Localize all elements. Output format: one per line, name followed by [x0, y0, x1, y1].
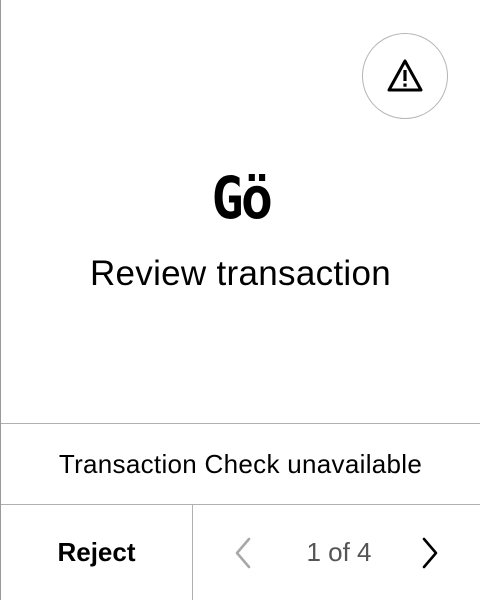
- review-transaction-screen: Gö Review transaction Transaction Check …: [0, 0, 480, 600]
- next-page-button[interactable]: [410, 533, 450, 573]
- warning-button[interactable]: [362, 33, 448, 119]
- token-logo-text: Gö: [211, 164, 272, 232]
- transaction-check-label: Transaction Check unavailable: [58, 448, 423, 479]
- footer-actions: Reject 1 of 4: [1, 505, 480, 600]
- chevron-right-icon: [422, 537, 438, 569]
- pager: 1 of 4: [193, 505, 480, 600]
- reject-label: Reject: [57, 537, 136, 567]
- warning-triangle-icon: [387, 59, 423, 92]
- token-logo: Gö: [1, 168, 480, 228]
- transaction-check-status[interactable]: Transaction Check unavailable: [1, 424, 480, 504]
- previous-page-button[interactable]: [223, 533, 263, 573]
- page-indicator: 1 of 4: [306, 537, 372, 567]
- page-title: Review transaction: [89, 254, 392, 293]
- chevron-left-icon: [235, 537, 251, 569]
- reject-button[interactable]: Reject: [1, 505, 193, 600]
